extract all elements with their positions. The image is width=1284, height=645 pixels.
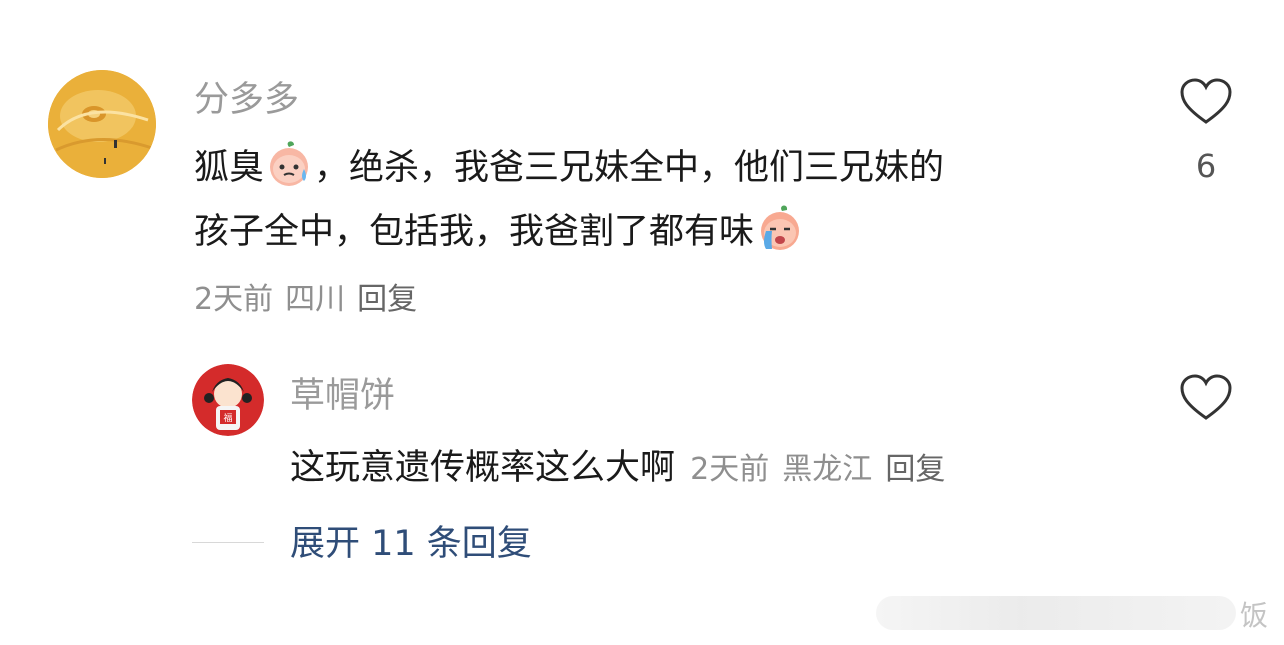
watermark-blur <box>876 596 1236 630</box>
like-button[interactable] <box>1180 78 1232 130</box>
heart-icon <box>1180 374 1232 420</box>
comment-text-line-1: 狐臭 ，绝杀，我爸三兄妹全中，他们三兄妹的 <box>194 136 944 200</box>
username[interactable]: 分多多 <box>194 80 299 120</box>
avatar[interactable] <box>48 70 156 178</box>
reply-avatar[interactable]: 福 <box>192 364 264 436</box>
crying-peach-emoji-icon <box>754 203 804 253</box>
reply-text: 这玩意遗传概率这么大啊 <box>290 448 676 488</box>
comment-text-part: 孩子全中，包括我，我爸割了都有味 <box>194 212 755 252</box>
comment-location: 四川 <box>285 282 346 317</box>
comment-text-part: 狐臭 <box>194 148 265 188</box>
watermark: 饭 <box>1240 599 1269 632</box>
reply-time: 2天前 <box>690 452 770 487</box>
comment-text-line-2: 孩子全中，包括我，我爸割了都有味 <box>194 200 804 264</box>
sweat-peach-emoji-icon <box>264 139 314 189</box>
comment-text-part: ，绝杀，我爸三兄妹全中，他们三兄妹的 <box>314 148 945 188</box>
heart-icon <box>1180 78 1232 124</box>
avatar-image <box>48 70 156 178</box>
reply-text-row: 这玩意遗传概率这么大啊 2天前 黑龙江 回复 <box>290 436 945 500</box>
expand-divider <box>192 542 264 543</box>
avatar-image: 福 <box>192 364 264 436</box>
svg-text:福: 福 <box>223 412 232 424</box>
reply-reply-button[interactable]: 回复 <box>885 452 945 487</box>
comment-meta: 2天前 四川 回复 <box>194 280 417 320</box>
like-count: 6 <box>1195 147 1217 185</box>
reply-like-button[interactable] <box>1180 374 1232 426</box>
comment-time: 2天前 <box>194 282 274 317</box>
reply-button[interactable]: 回复 <box>357 282 417 317</box>
expand-replies-button[interactable]: 展开 11 条回复 <box>290 522 532 566</box>
reply-location: 黑龙江 <box>782 452 873 487</box>
reply-username[interactable]: 草帽饼 <box>290 376 395 416</box>
